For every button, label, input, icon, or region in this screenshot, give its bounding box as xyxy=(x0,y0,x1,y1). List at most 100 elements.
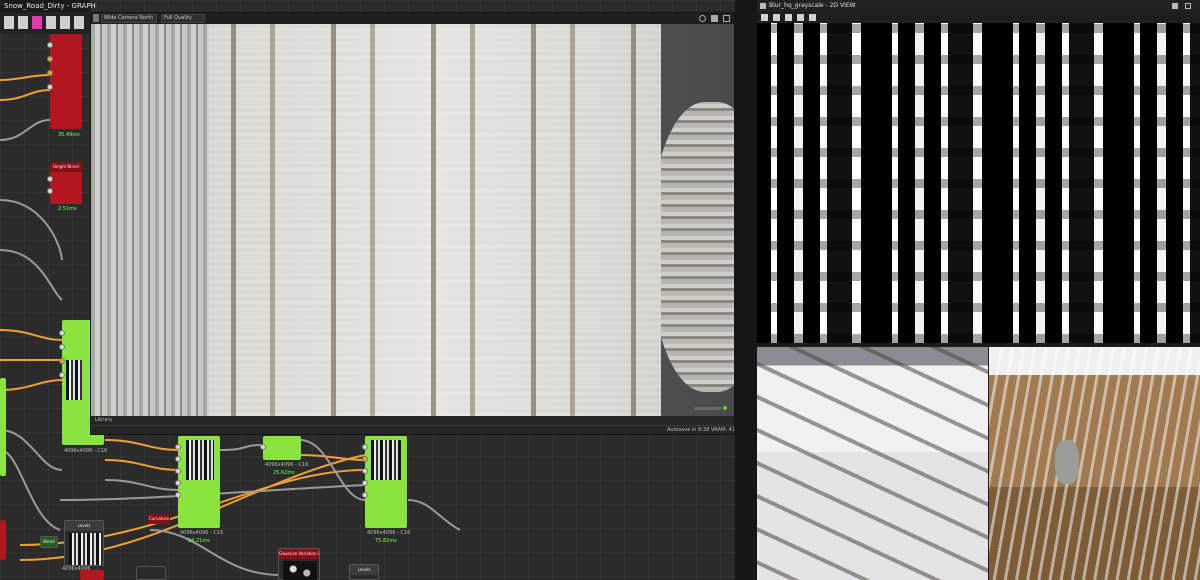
node-time: 75.82ms xyxy=(375,538,397,544)
preview-mesh-cube-side xyxy=(91,24,211,416)
node-input-port[interactable] xyxy=(362,456,368,462)
3d-viewport[interactable] xyxy=(91,24,734,416)
wire xyxy=(0,74,51,81)
node-input-port[interactable] xyxy=(362,480,368,486)
node-header: Gaussian Variation Gr xyxy=(279,549,319,559)
node-input-port[interactable] xyxy=(260,444,266,450)
node-input-port[interactable] xyxy=(362,468,368,474)
node-header: Levels xyxy=(65,521,103,531)
graph-node-red[interactable] xyxy=(47,34,82,129)
node-input-port[interactable] xyxy=(47,56,53,62)
node-thumbnail xyxy=(283,561,317,580)
status-light xyxy=(723,406,727,410)
toolbar-button[interactable] xyxy=(60,16,70,29)
settings-icon[interactable] xyxy=(699,15,706,22)
graph-node-gaussian-variation[interactable]: Gaussian Variation Gr xyxy=(278,548,320,580)
node-input-port[interactable] xyxy=(175,456,181,462)
camera-dropdown[interactable]: Wide Camera North xyxy=(101,14,157,23)
status-text: Autosave in 8:38 VRAM: 41% xyxy=(667,427,740,433)
node-header: Blend xyxy=(41,537,57,547)
node-header: Levels xyxy=(350,565,378,575)
graph-node-curvature[interactable]: Curvature xyxy=(148,514,170,524)
view-icon[interactable] xyxy=(93,14,99,22)
node-input-port[interactable] xyxy=(175,444,181,450)
channel-icon[interactable] xyxy=(761,14,768,21)
graph-node-green[interactable] xyxy=(260,436,301,460)
divider xyxy=(91,425,734,426)
wire xyxy=(0,249,63,301)
library-tab[interactable]: Library xyxy=(95,417,112,423)
graph-node-green[interactable] xyxy=(362,436,407,528)
node-resolution: 4096x4096 - C16 xyxy=(180,530,224,536)
node-time: 25.62ms xyxy=(273,470,295,476)
graph-node-height-blend[interactable]: Height Blend xyxy=(47,162,82,204)
panel-splitter[interactable] xyxy=(735,0,757,580)
panel-icon xyxy=(760,3,766,9)
graph-node-blend[interactable] xyxy=(136,566,166,580)
node-input-port[interactable] xyxy=(362,492,368,498)
wire xyxy=(0,429,63,471)
graph-node-green[interactable] xyxy=(175,436,220,528)
copy-icon[interactable] xyxy=(785,14,792,21)
node-time: 2.51ms xyxy=(58,206,77,212)
node-input-port[interactable] xyxy=(59,358,65,364)
node-input-port[interactable] xyxy=(175,468,181,474)
wire xyxy=(104,459,179,471)
toolbar-button[interactable] xyxy=(74,16,84,29)
pin-icon[interactable] xyxy=(1172,3,1178,9)
progress-bar xyxy=(695,407,721,410)
preview-mesh-cube-front xyxy=(209,24,661,416)
camera-icon[interactable] xyxy=(711,15,718,22)
graph-node-levels[interactable]: Levels xyxy=(349,564,379,580)
wire xyxy=(0,329,63,341)
wire xyxy=(104,439,179,451)
3d-view-footer: Library Autosave in 8:38 VRAM: 41% xyxy=(91,416,740,434)
node-input-port[interactable] xyxy=(59,372,65,378)
node-input-port[interactable] xyxy=(47,84,53,90)
wire xyxy=(149,529,281,576)
wire xyxy=(0,379,63,391)
node-input-port[interactable] xyxy=(47,176,53,182)
toolbar-button[interactable] xyxy=(18,16,28,29)
2d-view-panel[interactable]: Blur_hq_grayscale - 2D VIEW xyxy=(757,0,1200,345)
2d-view-title: Blur_hq_grayscale - 2D VIEW xyxy=(757,0,1200,12)
3d-view-toolbar: Wide Camera North Full Quality xyxy=(91,13,734,24)
info-icon[interactable] xyxy=(809,14,816,21)
reference-photo-muddy-tracks xyxy=(989,347,1200,580)
node-header: Curvature xyxy=(148,514,170,524)
tile-icon[interactable] xyxy=(797,14,804,21)
graph-node-red[interactable] xyxy=(80,570,104,580)
graph-node-red[interactable] xyxy=(0,520,6,560)
toolbar-button[interactable] xyxy=(46,16,56,29)
maximize-icon[interactable] xyxy=(723,15,730,22)
wire xyxy=(0,119,51,141)
node-thumbnail xyxy=(371,440,401,480)
node-input-port[interactable] xyxy=(47,188,53,194)
save-icon[interactable] xyxy=(773,14,780,21)
node-input-port[interactable] xyxy=(175,480,181,486)
node-time: 35.49ms xyxy=(58,132,80,138)
graph-node-levels[interactable]: Levels xyxy=(64,520,104,566)
wire xyxy=(219,444,264,451)
maximize-icon[interactable] xyxy=(1185,3,1191,9)
graph-title: Snow_Road_Dirty - GRAPH xyxy=(0,0,96,12)
node-input-port[interactable] xyxy=(47,42,53,48)
node-input-port[interactable] xyxy=(47,70,53,76)
node-time: 34.21ms xyxy=(188,538,210,544)
wire xyxy=(0,89,51,101)
node-input-port[interactable] xyxy=(175,492,181,498)
quality-dropdown[interactable]: Full Quality xyxy=(161,14,205,23)
toolbar-button[interactable] xyxy=(4,16,14,29)
node-header: Height Blend xyxy=(50,162,82,172)
3d-view-panel[interactable]: Wide Camera North Full Quality Library A… xyxy=(90,12,740,435)
node-thumbnail xyxy=(186,440,214,480)
reference-photo-snow-road xyxy=(757,347,988,580)
node-input-port[interactable] xyxy=(59,344,65,350)
toolbar-button[interactable] xyxy=(32,16,42,29)
graph-node-green[interactable] xyxy=(0,378,6,476)
node-input-port[interactable] xyxy=(59,330,65,336)
graph-node-blend[interactable]: Blend xyxy=(40,536,58,548)
node-resolution: 4096x4096 - C16 xyxy=(64,448,108,454)
node-thumbnail xyxy=(69,533,101,565)
node-input-port[interactable] xyxy=(362,444,368,450)
